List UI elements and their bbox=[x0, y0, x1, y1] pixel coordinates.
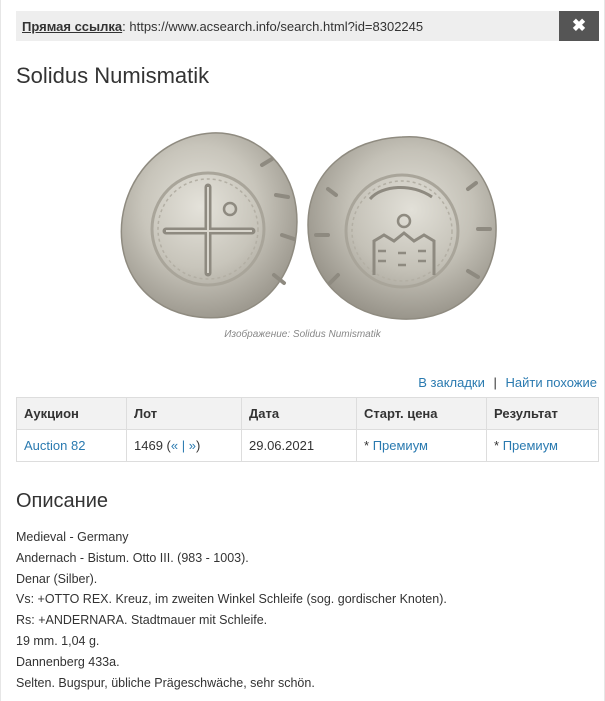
direct-link-bar: Прямая ссылка: https://www.acsearch.info… bbox=[16, 11, 599, 41]
header-lot: Лот bbox=[126, 397, 242, 430]
description-line: Vs: +OTTO REX. Kreuz, im zweiten Winkel … bbox=[16, 592, 447, 607]
table-row: Auction 82 1469 (« | ») 29.06.2021 * Пре… bbox=[16, 429, 599, 462]
lot-actions: В закладки | Найти похожие bbox=[418, 375, 597, 390]
description-line: Andernach - Bistum. Otto III. (983 - 100… bbox=[16, 550, 249, 565]
lot-number: 1469 bbox=[134, 438, 163, 453]
direct-link-label: Прямая ссылка bbox=[22, 18, 123, 34]
cell-date: 29.06.2021 bbox=[241, 429, 357, 462]
coin-image[interactable] bbox=[112, 125, 502, 325]
prev-lot-link[interactable]: « bbox=[171, 438, 178, 453]
header-result: Результат bbox=[486, 397, 599, 430]
coin-reverse bbox=[307, 136, 497, 320]
cell-auction: Auction 82 bbox=[16, 429, 127, 462]
bookmark-link[interactable]: В закладки bbox=[418, 375, 485, 390]
result-premium-link[interactable]: Премиум bbox=[503, 438, 558, 453]
coin-obverse bbox=[120, 132, 298, 319]
direct-link-text: Прямая ссылка: https://www.acsearch.info… bbox=[22, 18, 424, 34]
lot-nav-separator: | bbox=[181, 438, 186, 453]
next-lot-link[interactable]: » bbox=[189, 438, 196, 453]
cell-lot: 1469 (« | ») bbox=[126, 429, 242, 462]
find-similar-link[interactable]: Найти похожие bbox=[506, 375, 597, 390]
header-date: Дата bbox=[241, 397, 357, 430]
description-line: Medieval - Germany bbox=[16, 530, 129, 544]
description-body: Medieval - Germany Andernach - Bistum. O… bbox=[16, 527, 596, 693]
actions-separator: | bbox=[493, 375, 497, 390]
close-button[interactable]: ✖ bbox=[559, 11, 599, 41]
close-icon: ✖ bbox=[571, 16, 587, 35]
header-start-price: Старт. цена bbox=[356, 397, 487, 430]
description-title: Описание bbox=[16, 490, 109, 512]
auctioneer-title: Solidus Numismatik bbox=[16, 63, 210, 88]
description-line: Selten. Bugspur, übliche Prägeschwäche, … bbox=[16, 675, 315, 690]
table-header-row: Аукцион Лот Дата Старт. цена Результат bbox=[16, 397, 599, 430]
cell-result: * Премиум bbox=[486, 429, 599, 462]
cell-start-price: * Премиум bbox=[356, 429, 487, 462]
result-prefix: * bbox=[494, 438, 500, 453]
auction-link[interactable]: Auction 82 bbox=[24, 438, 85, 453]
direct-link-url[interactable]: https://www.acsearch.info/search.html?id… bbox=[129, 19, 423, 34]
start-price-prefix: * bbox=[364, 438, 370, 453]
description-line: 19 mm. 1,04 g. bbox=[16, 633, 100, 648]
description-line: Dannenberg 433a. bbox=[16, 654, 120, 669]
header-auction: Аукцион bbox=[16, 397, 127, 430]
image-caption: Изображение: Solidus Numismatik bbox=[224, 329, 381, 340]
description-line: Rs: +ANDERNARA. Stadtmauer mit Schleife. bbox=[16, 613, 268, 628]
lot-table: Аукцион Лот Дата Старт. цена Результат A… bbox=[16, 397, 599, 462]
start-price-premium-link[interactable]: Премиум bbox=[373, 438, 428, 453]
description-line: Denar (Silber). bbox=[16, 571, 98, 586]
